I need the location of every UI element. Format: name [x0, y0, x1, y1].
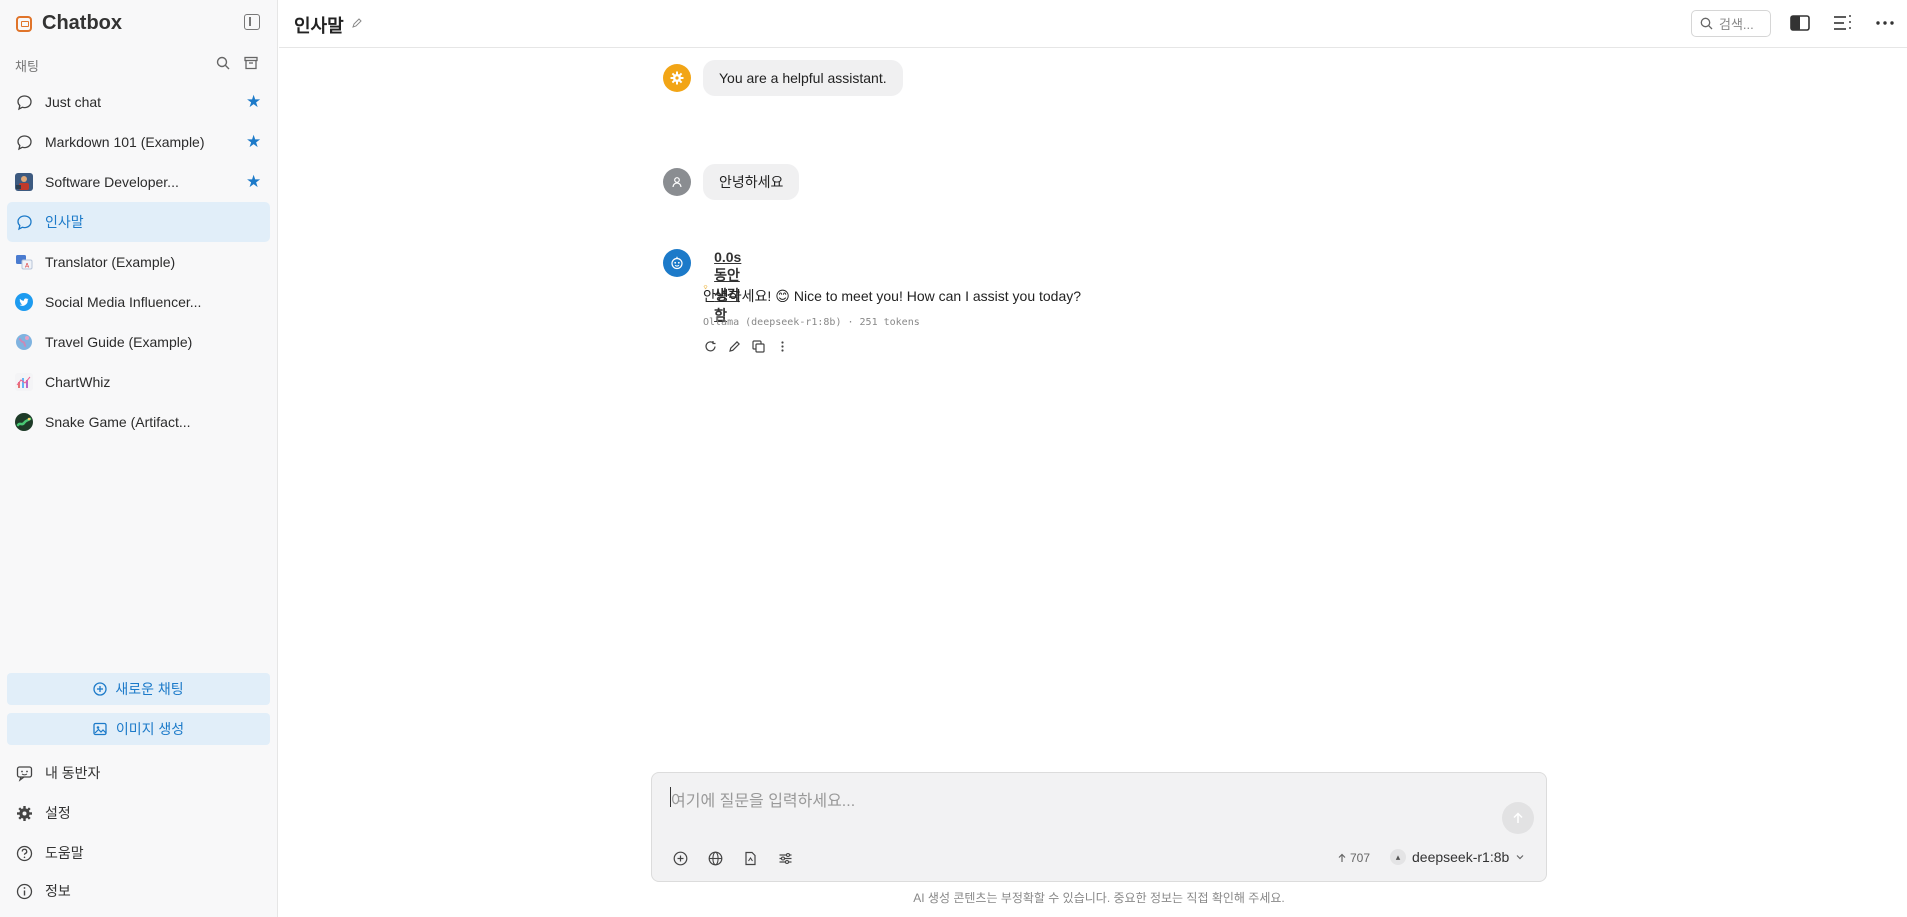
assistant-avatar-icon	[663, 249, 691, 277]
star-icon[interactable]: ★	[246, 93, 262, 110]
chat-item-label: Snake Game (Artifact...	[45, 414, 191, 430]
search-chats-icon[interactable]	[216, 56, 230, 70]
chat-item-snake-game[interactable]: Snake Game (Artifact...	[7, 402, 270, 442]
settings-label: 설정	[45, 805, 71, 821]
chat-item-chartwhiz[interactable]: ChartWhiz	[7, 362, 270, 402]
star-icon[interactable]: ★	[246, 133, 262, 150]
developer-avatar-icon	[15, 173, 33, 191]
star-icon[interactable]: ★	[246, 173, 262, 190]
token-count-value: 707	[1350, 851, 1371, 865]
toc-list-icon[interactable]	[1833, 14, 1853, 32]
more-options-icon[interactable]	[1875, 14, 1895, 32]
reply-prefix: 안녕하세요!	[703, 288, 772, 304]
image-icon	[93, 722, 107, 736]
ai-disclaimer: AI 생성 콘텐츠는 부정확할 수 있습니다. 중요한 정보는 직접 확인해 주…	[913, 891, 1285, 905]
token-count: 707	[1337, 851, 1370, 865]
chat-item-label: Just chat	[45, 94, 102, 110]
chart-avatar-icon	[15, 373, 33, 391]
message-input-box[interactable]: 여기에 질문을 입력하세요... 707 ▴ deepseek-r1:8b	[651, 772, 1547, 882]
chat-item-markdown-101[interactable]: Markdown 101 (Example) ★	[7, 122, 270, 162]
chat-item-social-media[interactable]: Social Media Influencer...	[7, 282, 270, 322]
model-selector[interactable]: ▴ deepseek-r1:8b	[1390, 849, 1525, 865]
help-circle-icon	[15, 844, 33, 862]
arrow-up-small-icon	[1338, 853, 1346, 862]
about-menu-item[interactable]: 정보	[15, 881, 71, 901]
system-message-bubble: You are a helpful assistant.	[703, 60, 903, 96]
attach-file-icon[interactable]	[742, 850, 758, 866]
chat-header: 인사말 검색...	[279, 0, 1907, 48]
search-placeholder: 검색...	[1719, 17, 1754, 32]
chat-bubble-icon	[15, 133, 33, 151]
help-label: 도움말	[45, 845, 84, 861]
send-button[interactable]	[1502, 802, 1534, 834]
translator-avatar-icon: A	[15, 253, 33, 271]
message-meta: Ollama (deepseek-r1:8b) · 251 tokens	[703, 317, 920, 328]
app-name: Chatbox	[42, 12, 122, 34]
companions-label: 내 동반자	[45, 765, 101, 781]
plus-circle-icon	[93, 682, 107, 696]
chat-item-label: Travel Guide (Example)	[45, 334, 193, 350]
user-message-bubble: 안녕하세요	[703, 164, 800, 200]
page-title: 인사말	[294, 16, 344, 36]
split-view-icon[interactable]	[1790, 14, 1810, 32]
archive-icon[interactable]	[244, 56, 258, 70]
settings-menu-item[interactable]: 설정	[15, 803, 71, 823]
companion-icon	[15, 764, 33, 782]
chat-list: Just chat ★ Markdown 101 (Example) ★ Sof…	[7, 82, 270, 442]
edit-title-icon[interactable]	[351, 17, 363, 29]
chat-item-translator[interactable]: A Translator (Example)	[7, 242, 270, 282]
smile-emoji: 😊	[775, 287, 790, 304]
new-chat-button[interactable]: 새로운 채팅	[7, 673, 270, 705]
assistant-reply: 안녕하세요! 😊 Nice to meet you! How can I ass…	[703, 286, 1081, 306]
chat-item-travel-guide[interactable]: Travel Guide (Example)	[7, 322, 270, 362]
image-generation-label: 이미지 생성	[115, 721, 185, 737]
chat-bubble-icon	[15, 213, 33, 231]
edit-icon[interactable]	[727, 339, 741, 353]
regenerate-icon[interactable]	[703, 339, 717, 353]
help-menu-item[interactable]: 도움말	[15, 843, 84, 863]
info-icon	[15, 882, 33, 900]
chat-item-label: Markdown 101 (Example)	[45, 134, 205, 150]
image-generation-button[interactable]: 이미지 생성	[7, 713, 270, 745]
chat-item-label: Translator (Example)	[45, 254, 176, 270]
chat-item-label: 인사말	[45, 214, 84, 230]
user-avatar-icon	[663, 168, 691, 196]
collapse-sidebar-icon[interactable]	[244, 14, 260, 30]
web-browse-globe-icon[interactable]	[707, 850, 723, 866]
about-label: 정보	[45, 883, 71, 899]
search-button[interactable]: 검색...	[1691, 10, 1771, 37]
new-chat-label: 새로운 채팅	[115, 681, 184, 697]
gear-icon	[15, 804, 33, 822]
settings-sliders-icon[interactable]	[777, 850, 793, 866]
system-settings-icon	[663, 64, 691, 92]
snake-avatar-icon	[15, 413, 33, 431]
more-vertical-icon[interactable]	[775, 339, 789, 353]
chat-item-label: Software Developer...	[45, 174, 179, 190]
chat-item-label: Social Media Influencer...	[45, 294, 202, 310]
model-name: deepseek-r1:8b	[1412, 849, 1510, 865]
chat-item-just-chat[interactable]: Just chat ★	[7, 82, 270, 122]
chat-item-label: ChartWhiz	[45, 374, 111, 390]
brand: Chatbox	[16, 12, 122, 35]
chatbox-logo-icon	[16, 15, 32, 32]
message-input[interactable]: 여기에 질문을 입력하세요...	[671, 787, 855, 811]
copy-icon[interactable]	[751, 339, 765, 353]
twitter-avatar-icon	[15, 293, 33, 311]
companions-menu-item[interactable]: 내 동반자	[15, 763, 100, 783]
section-label: 채팅	[15, 59, 39, 74]
chat-bubble-icon	[15, 93, 33, 111]
arrow-up-icon	[1513, 812, 1523, 823]
input-toolbar	[672, 850, 793, 866]
chevron-down-icon	[1516, 855, 1524, 860]
search-icon	[1700, 17, 1713, 30]
attach-plus-icon[interactable]	[672, 850, 688, 866]
ollama-icon: ▴	[1390, 849, 1406, 865]
reply-suffix: Nice to meet you! How can I assist you t…	[793, 288, 1082, 304]
sidebar: Chatbox 채팅 Just chat ★ Markdown 101 (Exa…	[0, 0, 278, 917]
chat-item-greeting[interactable]: 인사말	[7, 202, 270, 242]
globe-avatar-icon	[15, 333, 33, 351]
chat-item-software-developer[interactable]: Software Developer... ★	[7, 162, 270, 202]
message-actions	[703, 339, 789, 353]
